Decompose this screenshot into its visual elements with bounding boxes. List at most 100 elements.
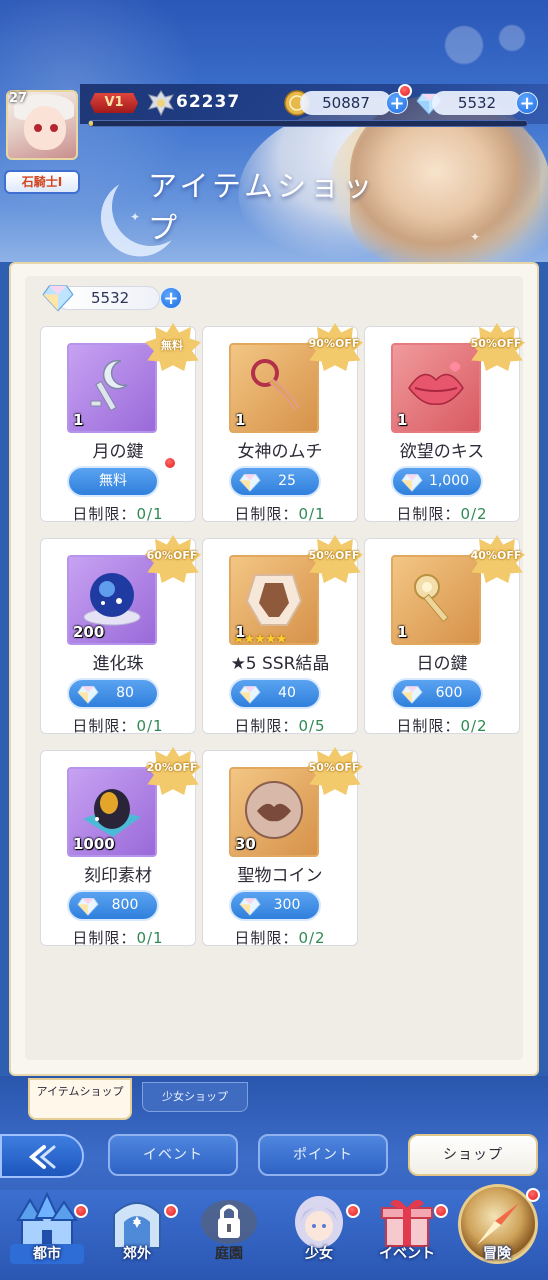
tab-event[interactable]: イベント xyxy=(108,1134,238,1176)
sun-key-icon xyxy=(405,567,467,633)
nav-outskirts[interactable]: 郊外 xyxy=(94,1192,180,1268)
item-thumbnail[interactable]: 1 xyxy=(229,343,319,433)
rank-badge[interactable]: 石騎士Ⅰ xyxy=(4,170,80,194)
gem-icon xyxy=(401,683,423,705)
nav-label: 冒険 xyxy=(483,1246,511,1262)
gem-amount: 5532 xyxy=(432,91,522,115)
buy-button[interactable]: 80 xyxy=(67,678,159,709)
gem-balance-value: 5532 xyxy=(91,289,130,307)
discount-label: 40%OFF xyxy=(470,549,522,562)
discount-label: 20%OFF xyxy=(146,761,198,774)
shop-item-card[interactable]: 1 無料 月の鍵 無料 日制限：0/1 xyxy=(40,323,201,524)
item-thumbnail[interactable]: ★★★★★ 1 xyxy=(229,555,319,647)
tab-points[interactable]: ポイント xyxy=(258,1134,388,1176)
gem-balance-icon xyxy=(42,285,74,312)
discount-label: 50%OFF xyxy=(308,549,360,562)
discount-label: 50%OFF xyxy=(470,337,522,350)
item-thumbnail[interactable]: 1000 xyxy=(67,767,157,857)
item-quantity: 1 xyxy=(397,623,408,641)
shop-item-card[interactable]: 1000 20%OFF 刻印素材 800 日制限：0/1 xyxy=(40,747,201,948)
item-name: 日の鍵 xyxy=(416,654,468,674)
gem-icon xyxy=(401,471,423,493)
ssr-crystal-icon xyxy=(241,565,307,635)
price-label: 1,000 xyxy=(428,473,470,489)
daily-limit: 日制限：0/1 xyxy=(41,715,195,736)
item-thumbnail[interactable]: 30 xyxy=(229,767,319,857)
notice-dot xyxy=(163,456,177,470)
exp-bar xyxy=(88,120,528,127)
shop-item-card[interactable]: 1 40%OFF 日の鍵 600 日制限：0/2 xyxy=(364,535,525,735)
price-label: 600 xyxy=(435,685,463,701)
nav-city[interactable]: 都市 xyxy=(4,1192,90,1268)
daily-limit-value: 0/1 xyxy=(136,717,164,735)
tab-shop[interactable]: ショップ xyxy=(408,1134,538,1176)
buy-button[interactable]: 1,000 xyxy=(391,466,483,497)
item-quantity: 1 xyxy=(397,411,408,429)
price-label: 300 xyxy=(273,897,301,913)
daily-limit: 日制限：0/1 xyxy=(41,927,195,948)
girl-portrait-icon xyxy=(295,1196,343,1248)
gem-icon xyxy=(239,471,261,493)
notice-dot xyxy=(434,1204,448,1218)
power-value: 62237 xyxy=(176,92,241,112)
gem-icon xyxy=(77,683,99,705)
add-gem-balance-button[interactable]: + xyxy=(160,287,182,309)
exp-bar-fill xyxy=(89,121,94,126)
shop-item-card[interactable]: 200 60%OFF 進化珠 80 日制限：0/1 xyxy=(40,535,201,736)
nav-garden[interactable]: 庭園 xyxy=(186,1192,272,1268)
buy-button[interactable]: 600 xyxy=(391,678,483,709)
nav-label: 都市 xyxy=(10,1244,84,1264)
subtab-girl-shop[interactable]: 少女ショップ xyxy=(142,1082,248,1112)
item-thumbnail[interactable]: 1 xyxy=(391,343,481,433)
add-gem-button[interactable]: + xyxy=(516,92,538,114)
shop-item-card[interactable]: 1 90%OFF 女神のムチ 25 日制限：0/1 xyxy=(202,323,363,524)
back-button[interactable] xyxy=(0,1134,84,1178)
daily-limit-value: 0/1 xyxy=(136,929,164,947)
power-crest-icon xyxy=(147,90,175,117)
discount-label: 50%OFF xyxy=(308,761,360,774)
item-thumbnail[interactable]: 200 xyxy=(67,555,157,645)
gift-box-icon xyxy=(381,1199,433,1247)
daily-limit-label: 日制限： xyxy=(396,717,461,735)
item-name: 女神のムチ xyxy=(237,442,323,462)
vip-badge[interactable]: V1 xyxy=(90,93,138,113)
tab-label: ポイント xyxy=(293,1147,353,1163)
daily-limit-value: 0/5 xyxy=(298,717,326,735)
tab-label: ショップ xyxy=(443,1147,503,1163)
daily-limit-label: 日制限： xyxy=(72,929,137,947)
notice-dot xyxy=(164,1204,178,1218)
nav-label: イベント xyxy=(379,1246,435,1262)
castle-icon xyxy=(16,1192,78,1249)
item-name: 進化珠 xyxy=(92,654,144,674)
nav-girls[interactable]: 少女 xyxy=(276,1192,362,1268)
shop-item-card[interactable]: ★★★★★ 1 50%OFF ★5 SSR結晶 40 日制限：0/5 xyxy=(202,535,363,735)
buy-button[interactable]: 300 xyxy=(229,890,321,921)
nav-adventure[interactable]: 冒険 xyxy=(454,1188,540,1268)
buy-button[interactable]: 800 xyxy=(67,890,159,921)
daily-limit: 日制限：0/1 xyxy=(203,503,357,524)
daily-limit-label: 日制限： xyxy=(234,717,299,735)
buy-button[interactable]: 25 xyxy=(229,466,321,497)
item-thumbnail[interactable]: 1 xyxy=(67,343,157,433)
price-label: 25 xyxy=(278,473,296,489)
notice-dot xyxy=(526,1188,540,1202)
buy-button[interactable]: 40 xyxy=(229,678,321,709)
buy-button[interactable]: 無料 xyxy=(67,466,159,497)
item-thumbnail[interactable]: 1 xyxy=(391,555,481,645)
item-quantity: 1 xyxy=(235,411,246,429)
discount-label: 90%OFF xyxy=(308,337,360,350)
notice-dot xyxy=(74,1204,88,1218)
daily-limit: 日制限：0/1 xyxy=(41,503,195,524)
shop-item-card[interactable]: 30 50%OFF 聖物コイン 300 日制限：0/2 xyxy=(202,747,363,947)
gate-icon xyxy=(113,1202,161,1249)
subtab-item-shop[interactable]: アイテムショップ xyxy=(28,1078,132,1120)
moon-key-icon xyxy=(81,355,143,421)
item-name: ★5 SSR結晶 xyxy=(230,654,330,674)
nav-events[interactable]: イベント xyxy=(364,1192,450,1268)
gem-icon xyxy=(77,895,99,917)
shop-item-card[interactable]: 1 50%OFF 欲望のキス 1,000 日制限：0/2 xyxy=(364,323,525,523)
item-name: 欲望のキス xyxy=(399,442,485,462)
item-quantity: 30 xyxy=(235,835,256,853)
heart-decoration-icon xyxy=(428,10,548,80)
gem-icon xyxy=(239,895,261,917)
